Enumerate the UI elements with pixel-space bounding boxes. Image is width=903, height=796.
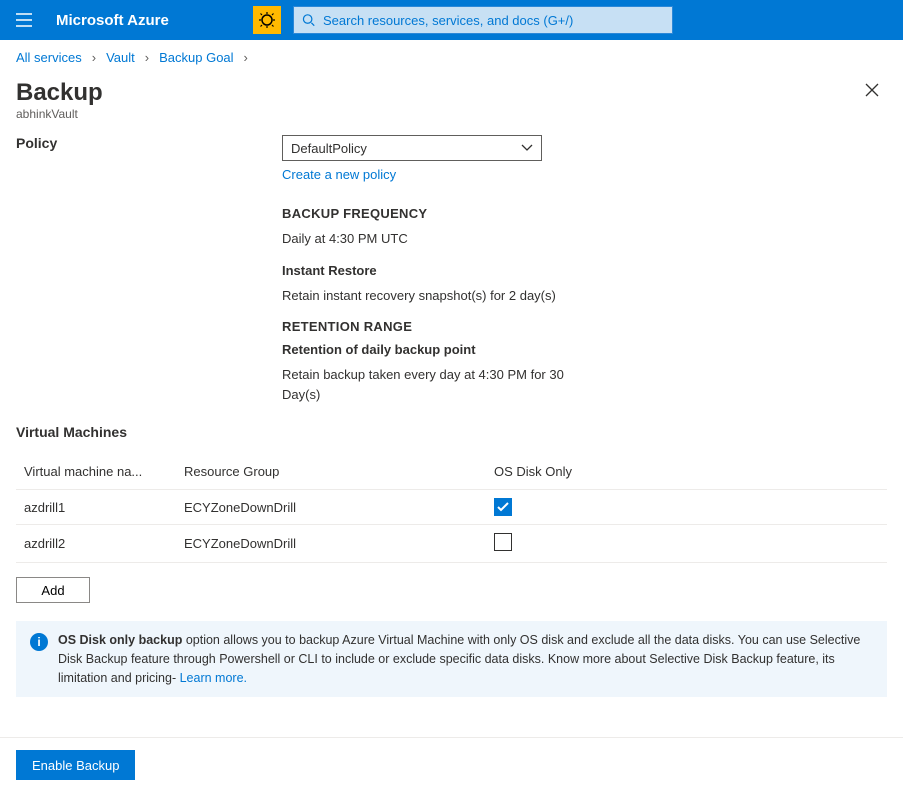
learn-more-link[interactable]: Learn more. xyxy=(180,671,247,685)
os-disk-only-checkbox[interactable] xyxy=(494,533,512,551)
report-bug-button[interactable] xyxy=(253,6,281,34)
breadcrumb: All services › Vault › Backup Goal › xyxy=(0,40,903,75)
chevron-down-icon xyxy=(521,144,533,152)
os-disk-only-checkbox[interactable] xyxy=(494,498,512,516)
check-icon xyxy=(497,502,509,512)
vm-name-cell: azdrill2 xyxy=(16,525,176,563)
vault-name-label: abhinkVault xyxy=(0,107,903,121)
search-input[interactable] xyxy=(323,13,664,28)
info-banner: i OS Disk only backup option allows you … xyxy=(16,621,887,697)
col-header-os: OS Disk Only xyxy=(486,454,887,490)
backup-frequency-heading: BACKUP FREQUENCY xyxy=(282,206,602,221)
policy-selected-value: DefaultPolicy xyxy=(291,141,367,156)
virtual-machines-heading: Virtual Machines xyxy=(16,424,887,440)
breadcrumb-all-services[interactable]: All services xyxy=(16,50,82,65)
bug-icon xyxy=(259,12,275,28)
search-icon xyxy=(302,13,315,27)
hamburger-menu-button[interactable] xyxy=(8,4,40,36)
retention-range-heading: RETENTION RANGE xyxy=(282,319,602,334)
info-bold: OS Disk only backup xyxy=(58,633,182,647)
retention-sub-heading: Retention of daily backup point xyxy=(282,342,602,357)
table-row: azdrill1ECYZoneDownDrill xyxy=(16,490,887,525)
vm-rg-cell: ECYZoneDownDrill xyxy=(176,525,486,563)
policy-details: BACKUP FREQUENCY Daily at 4:30 PM UTC In… xyxy=(282,206,602,404)
chevron-right-icon: › xyxy=(92,50,96,65)
global-search-box[interactable] xyxy=(293,6,673,34)
brand-label: Microsoft Azure xyxy=(56,12,169,29)
vm-table: Virtual machine na... Resource Group OS … xyxy=(16,454,887,563)
retention-text: Retain backup taken every day at 4:30 PM… xyxy=(282,365,602,404)
vm-os-cell xyxy=(486,490,887,525)
top-header: Microsoft Azure xyxy=(0,0,903,40)
chevron-right-icon: › xyxy=(145,50,149,65)
add-vm-button[interactable]: Add xyxy=(16,577,90,603)
policy-dropdown[interactable]: DefaultPolicy xyxy=(282,135,542,161)
close-button[interactable] xyxy=(857,79,887,101)
close-icon xyxy=(865,83,879,97)
policy-field-label: Policy xyxy=(16,135,266,404)
page-title: Backup xyxy=(16,79,103,107)
breadcrumb-backup-goal[interactable]: Backup Goal xyxy=(159,50,233,65)
breadcrumb-vault[interactable]: Vault xyxy=(106,50,135,65)
info-icon: i xyxy=(30,633,48,651)
create-policy-link[interactable]: Create a new policy xyxy=(282,167,396,182)
backup-frequency-text: Daily at 4:30 PM UTC xyxy=(282,229,602,249)
table-row: azdrill2ECYZoneDownDrill xyxy=(16,525,887,563)
instant-restore-heading: Instant Restore xyxy=(282,263,602,278)
hamburger-icon xyxy=(16,13,32,27)
col-header-rg: Resource Group xyxy=(176,454,486,490)
vm-os-cell xyxy=(486,525,887,563)
chevron-right-icon: › xyxy=(244,50,248,65)
col-header-name: Virtual machine na... xyxy=(16,454,176,490)
instant-restore-text: Retain instant recovery snapshot(s) for … xyxy=(282,286,602,306)
vm-name-cell: azdrill1 xyxy=(16,490,176,525)
enable-backup-button[interactable]: Enable Backup xyxy=(16,750,135,780)
vm-rg-cell: ECYZoneDownDrill xyxy=(176,490,486,525)
